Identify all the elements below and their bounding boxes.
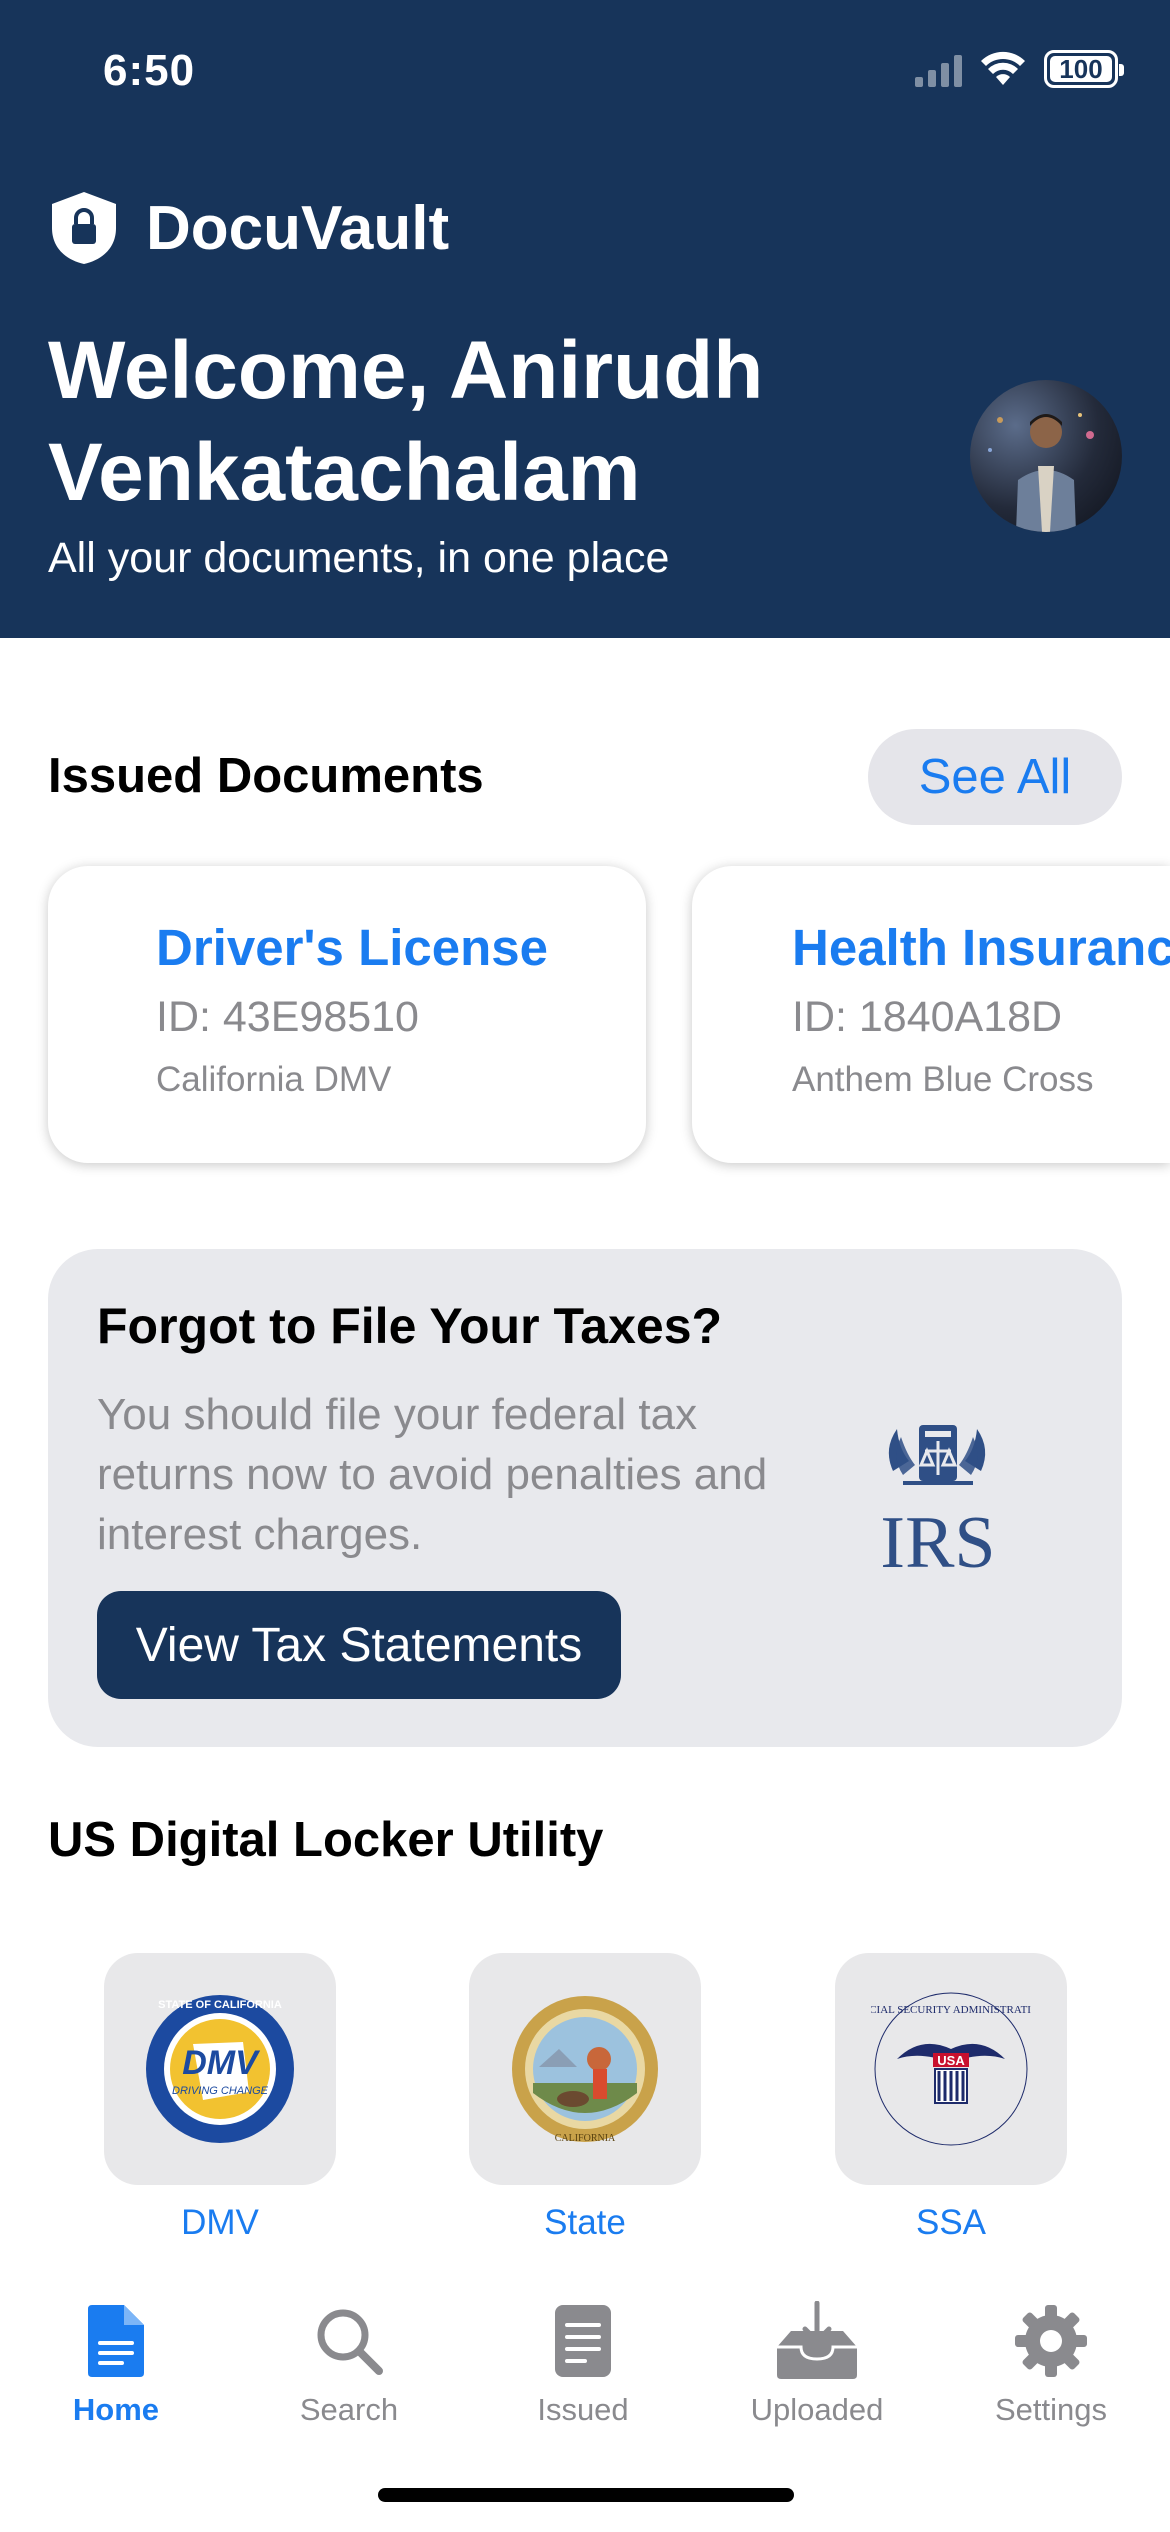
utility-item-dmv[interactable]: DMV DRIVING CHANGE STATE OF CALIFORNIA D… [104, 1953, 336, 2243]
battery-level: 100 [1059, 53, 1103, 84]
irs-logo-icon: IRS [880, 1425, 996, 1579]
header-subtitle: All your documents, in one place [48, 534, 670, 582]
app-name: DocuVault [146, 193, 450, 263]
see-all-button[interactable]: See All [868, 729, 1122, 825]
utility-item-ssa[interactable]: USA SOCIAL SECURITY ADMINISTRATION SSA [835, 1953, 1067, 2243]
avatar-photo [988, 413, 1094, 532]
shield-lock-icon [52, 192, 116, 264]
issued-doc-icon [555, 2305, 611, 2377]
utility-tile[interactable]: USA SOCIAL SECURITY ADMINISTRATION [835, 1953, 1067, 2185]
utility-label: SSA [915, 2203, 987, 2242]
svg-text:STATE OF CALIFORNIA: STATE OF CALIFORNIA [158, 1999, 282, 2011]
document-issuer: California DMV [156, 1060, 392, 1099]
utility-item-state[interactable]: CALIFORNIA State [469, 1953, 701, 2243]
tab-label: Search [299, 2392, 399, 2427]
document-id: ID: 43E98510 [156, 993, 419, 1041]
svg-text:DMV: DMV [182, 2044, 261, 2082]
svg-text:DRIVING CHANGE: DRIVING CHANGE [172, 2085, 269, 2097]
document-card-health-insurance[interactable]: Health Insurance ID: 1840A18D Anthem Blu… [692, 866, 1170, 1163]
avatar[interactable] [970, 380, 1122, 532]
document-title: Driver's License [156, 919, 549, 976]
utility-label: DMV [181, 2203, 259, 2242]
tab-uploaded[interactable]: Uploaded [717, 2296, 917, 2428]
svg-text:CALIFORNIA: CALIFORNIA [555, 2133, 616, 2144]
wifi-icon [981, 51, 1025, 85]
document-icon [88, 2305, 144, 2377]
utility-tile[interactable]: CALIFORNIA [469, 1953, 701, 2185]
status-time: 6:50 [103, 46, 196, 95]
tax-reminder-body: You should file your federal tax returns… [97, 1390, 768, 1559]
dmv-seal-icon: DMV DRIVING CHANGE STATE OF CALIFORNIA [146, 1995, 294, 2143]
tax-reminder-title: Forgot to File Your Taxes? [97, 1298, 723, 1354]
tab-label: Uploaded [750, 2392, 884, 2427]
tab-label: Settings [994, 2392, 1107, 2427]
cellular-signal-icon [915, 51, 962, 87]
brand: DocuVault [48, 190, 449, 266]
welcome-heading: Welcome, Anirudh Venkatachalam [48, 325, 764, 518]
tax-reminder-card: Forgot to File Your Taxes? You should fi… [48, 1249, 1122, 1747]
gear-icon [1015, 2305, 1087, 2377]
utility-tile[interactable]: DMV DRIVING CHANGE STATE OF CALIFORNIA [104, 1953, 336, 2185]
status-icons: 100 [915, 50, 1124, 88]
home-indicator[interactable] [378, 2488, 794, 2502]
tab-label: Home [72, 2392, 160, 2427]
header: 6:50 100 DocuVault Welcome, Anirudh Venk… [0, 0, 1170, 638]
svg-text:SOCIAL SECURITY ADMINISTRATION: SOCIAL SECURITY ADMINISTRATION [871, 2004, 1031, 2016]
svg-text:USA: USA [937, 2053, 965, 2068]
tab-settings[interactable]: Settings [951, 2296, 1151, 2428]
tab-issued[interactable]: Issued [483, 2296, 683, 2428]
ssa-seal-icon: USA SOCIAL SECURITY ADMINISTRATION [871, 1992, 1031, 2146]
document-card-drivers-license[interactable]: Driver's License ID: 43E98510 California… [48, 866, 646, 1163]
utility-title: US Digital Locker Utility [48, 1813, 604, 1867]
irs-logo-text: IRS [880, 1502, 995, 1579]
tab-label: Issued [537, 2392, 629, 2427]
document-title: Health Insurance [792, 919, 1170, 976]
battery-icon: 100 [1044, 50, 1124, 88]
document-issuer: Anthem Blue Cross [792, 1060, 1094, 1099]
document-id: ID: 1840A18D [792, 993, 1063, 1041]
tab-home[interactable]: Home [16, 2296, 216, 2428]
tray-download-icon [777, 2301, 857, 2379]
utility-label: State [544, 2203, 626, 2242]
search-icon [317, 2309, 383, 2375]
california-seal-icon: CALIFORNIA [512, 1996, 658, 2144]
tab-search[interactable]: Search [249, 2296, 449, 2428]
issued-documents-title: Issued Documents [48, 749, 484, 803]
view-tax-statements-button[interactable]: View Tax Statements [97, 1591, 621, 1699]
